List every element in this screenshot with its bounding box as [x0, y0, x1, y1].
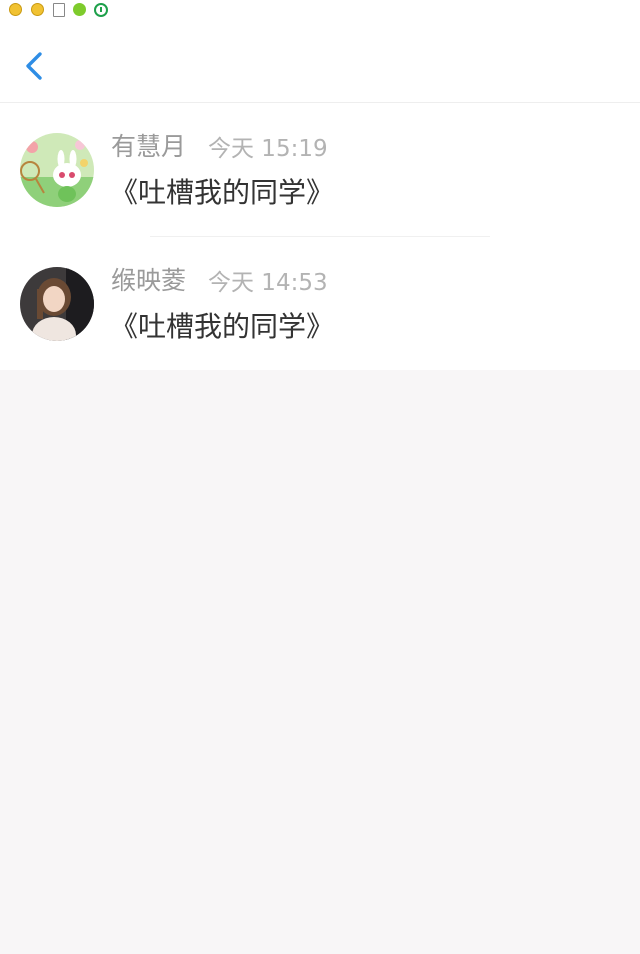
chevron-left-icon	[26, 52, 42, 80]
leaf-app-icon	[73, 3, 86, 16]
status-bar	[0, 0, 640, 20]
app-notification-icon	[31, 3, 44, 16]
file-icon	[53, 3, 65, 17]
portrait-photo-avatar	[20, 267, 94, 341]
avatar[interactable]	[20, 133, 94, 207]
list-item[interactable]: 缑映菱 今天 14:53 《吐槽我的同学》	[0, 237, 640, 370]
nav-bar	[0, 20, 640, 103]
message-text: 《吐槽我的同学》	[110, 176, 335, 209]
timestamp: 今天 15:19	[208, 136, 328, 162]
app-notification-icon	[9, 3, 22, 16]
message-text: 《吐槽我的同学》	[110, 310, 335, 343]
back-button[interactable]	[14, 46, 54, 86]
cartoon-bunny-avatar	[20, 133, 94, 207]
timestamp: 今天 14:53	[208, 270, 328, 296]
list-item[interactable]: 有慧月 今天 15:19 《吐槽我的同学》	[0, 103, 640, 236]
username: 缑映菱	[111, 266, 187, 295]
message-list: 有慧月 今天 15:19 《吐槽我的同学》 缑映菱 今天 14:53 《吐槽我的…	[0, 103, 640, 370]
download-icon	[94, 3, 108, 17]
avatar[interactable]	[20, 267, 94, 341]
username: 有慧月	[111, 132, 187, 161]
